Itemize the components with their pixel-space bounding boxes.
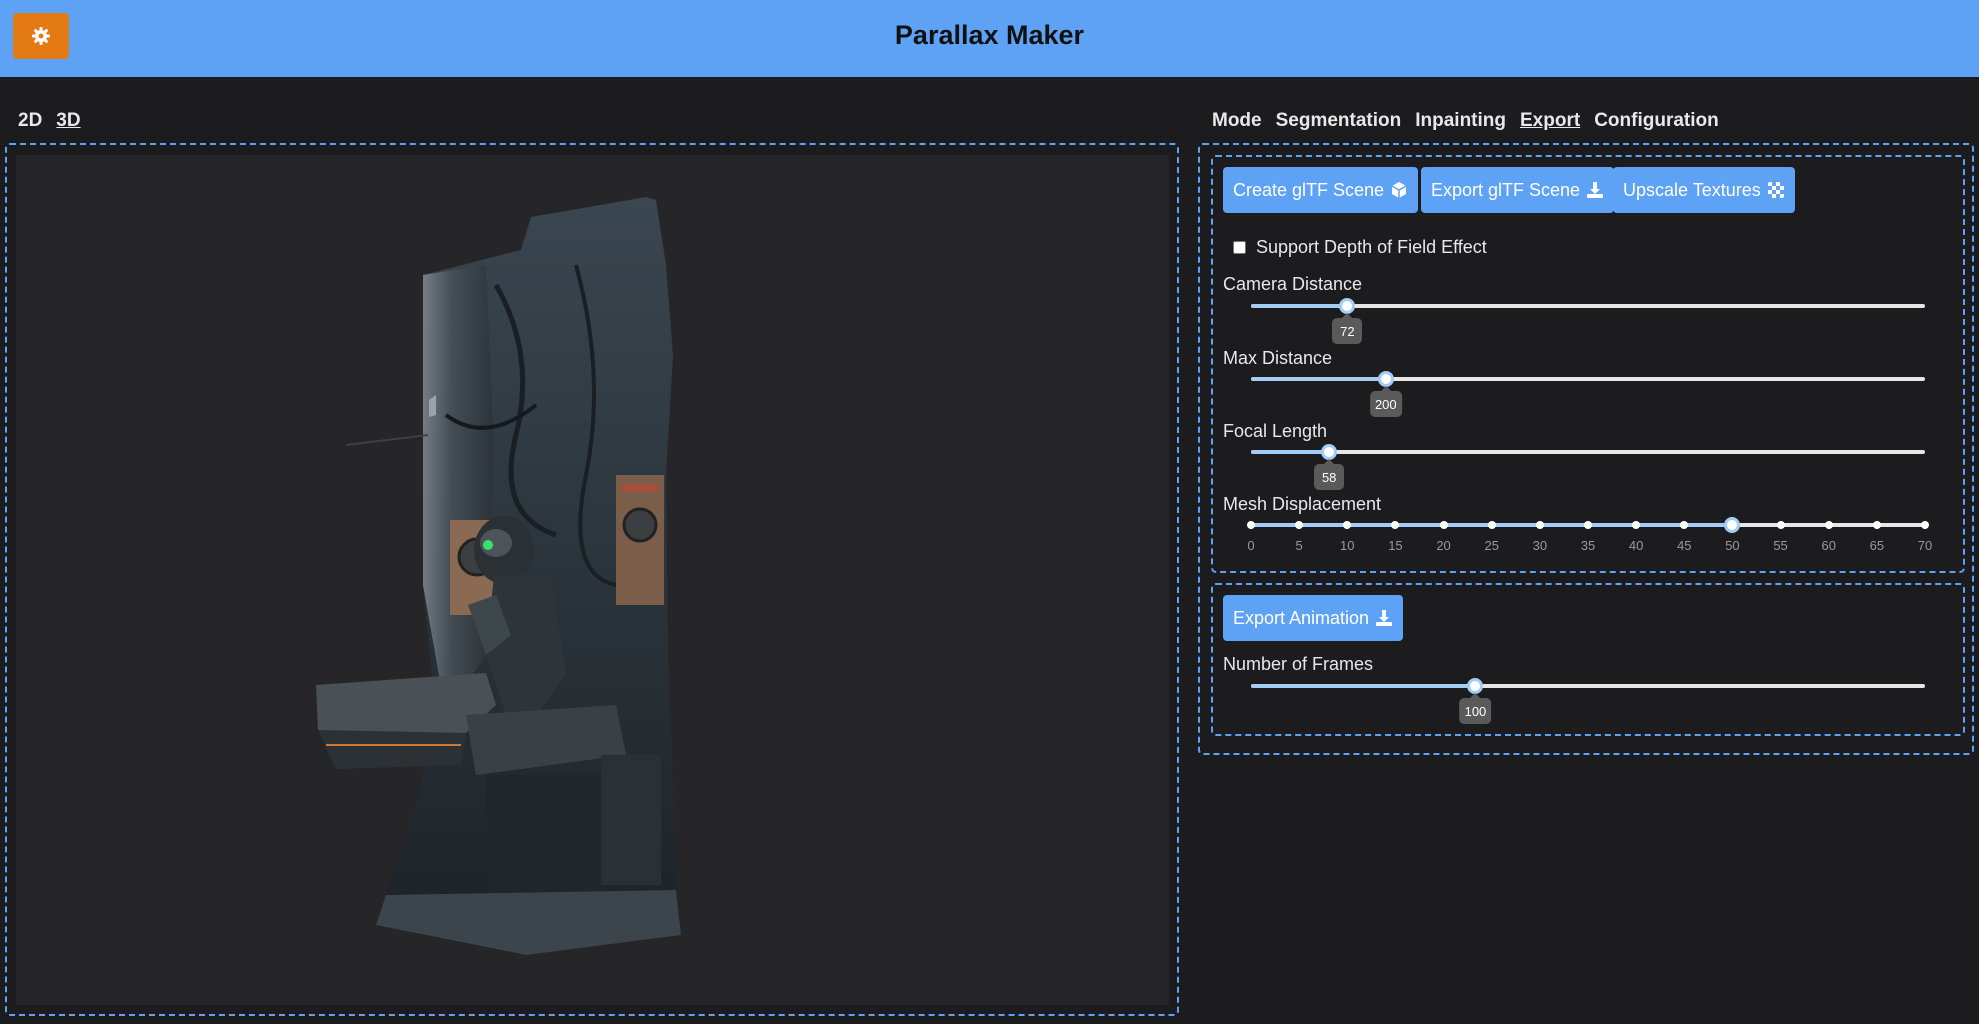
slider-tick-mark xyxy=(1535,521,1544,529)
viewer-frame xyxy=(5,143,1179,1016)
number-of-frames-label: Number of Frames xyxy=(1223,654,1374,674)
export-panel: Create glTF Scene Export glTF Scene Upsc… xyxy=(1198,143,1974,755)
slider-tick-mark xyxy=(1343,521,1352,529)
slider-fill xyxy=(1251,377,1386,381)
export-gltf-button[interactable]: Export glTF Scene xyxy=(1421,167,1615,213)
tab-2d[interactable]: 2D xyxy=(18,110,42,132)
slider-tick-mark xyxy=(1680,521,1689,529)
slider-tick-label: 15 xyxy=(1388,538,1403,553)
tab-configuration[interactable]: Configuration xyxy=(1594,110,1719,132)
animation-export-section: Export Animation Number of Frames 100 xyxy=(1211,583,1965,736)
tab-inpainting[interactable]: Inpainting xyxy=(1415,110,1506,132)
slider-tick-label: 70 xyxy=(1917,538,1933,553)
mesh-displacement-label: Mesh Displacement xyxy=(1223,494,1382,514)
slider-value-bubble: 100 xyxy=(1459,693,1492,724)
slider-tick-label: 20 xyxy=(1436,538,1451,553)
slider-tick-label: 35 xyxy=(1580,538,1596,553)
scene-render-image xyxy=(316,197,681,955)
slider-fill xyxy=(1251,304,1348,308)
tab-export[interactable]: Export xyxy=(1520,110,1580,132)
max-distance-slider[interactable]: 200 xyxy=(1251,371,1925,417)
mesh-displacement-slider[interactable]: 0 5 10 15 20 25 30 35 40 45 50 55 60 65 70 xyxy=(1247,517,1932,553)
slider-tick-mark xyxy=(1824,521,1833,529)
focal-length-label: Focal Length xyxy=(1223,421,1328,441)
download-icon xyxy=(1587,182,1604,198)
tab-segmentation[interactable]: Segmentation xyxy=(1276,110,1402,132)
slider-thumb[interactable] xyxy=(1339,298,1356,314)
upscale-textures-button[interactable]: Upscale Textures xyxy=(1613,167,1795,213)
upscale-textures-label: Upscale Textures xyxy=(1623,179,1761,200)
app-header: Parallax Maker xyxy=(0,0,1979,77)
slider-tick-label: 40 xyxy=(1628,538,1644,553)
view-tabs: 2D 3D xyxy=(18,110,81,132)
slider-tick-mark xyxy=(1391,521,1400,529)
slider-tick-mark xyxy=(1872,521,1881,529)
slider-thumb[interactable] xyxy=(1467,678,1484,694)
slider-tick-label: 5 xyxy=(1295,538,1303,553)
slider-tick-label: 45 xyxy=(1677,538,1692,553)
slider-tick-mark xyxy=(1776,521,1785,529)
slider-tick-label: 25 xyxy=(1484,538,1499,553)
create-gltf-button[interactable]: Create glTF Scene xyxy=(1223,167,1419,213)
slider-tick-mark xyxy=(1247,521,1255,529)
slider-tick-mark xyxy=(1295,521,1304,529)
camera-distance-slider[interactable]: 72 xyxy=(1251,298,1925,344)
dof-checkbox-label: Support Depth of Field Effect xyxy=(1256,237,1487,257)
slider-fill xyxy=(1251,684,1476,688)
export-animation-label: Export Animation xyxy=(1233,607,1370,628)
number-of-frames-slider[interactable]: 100 xyxy=(1251,678,1925,724)
slider-tick-label: 65 xyxy=(1869,538,1885,553)
cube-icon xyxy=(1391,182,1407,198)
gltf-export-section: Create glTF Scene Export glTF Scene Upsc… xyxy=(1211,155,1965,573)
export-animation-button[interactable]: Export Animation xyxy=(1223,595,1404,641)
dof-checkbox[interactable] xyxy=(1233,241,1246,254)
slider-tick-label: 0 xyxy=(1247,538,1255,553)
create-gltf-label: Create glTF Scene xyxy=(1233,179,1385,200)
checkerboard-icon xyxy=(1767,182,1784,198)
slider-thumb[interactable] xyxy=(1321,444,1338,460)
max-distance-label: Max Distance xyxy=(1223,348,1333,368)
tab-3d[interactable]: 3D xyxy=(56,110,80,132)
slider-fill xyxy=(1251,450,1330,454)
slider-tick-mark xyxy=(1439,521,1448,529)
app-title: Parallax Maker xyxy=(894,20,1085,50)
export-gltf-label: Export glTF Scene xyxy=(1431,179,1581,200)
dof-checkbox-row: Support Depth of Field Effect xyxy=(1233,237,1487,258)
slider-tick-label: 50 xyxy=(1725,538,1740,553)
slider-thumb[interactable] xyxy=(1377,371,1394,387)
3d-viewer-canvas[interactable] xyxy=(16,155,1169,1005)
tab-mode[interactable]: Mode xyxy=(1212,110,1262,132)
slider-thumb[interactable] xyxy=(1724,517,1741,533)
slider-value-bubble: 72 xyxy=(1332,313,1363,344)
download-icon xyxy=(1376,610,1393,626)
slider-value-bubble: 200 xyxy=(1369,386,1402,417)
focal-length-slider[interactable]: 58 xyxy=(1251,444,1925,490)
main-tabs: Mode Segmentation Inpainting Export Conf… xyxy=(1212,110,1719,132)
slider-tick-mark xyxy=(1921,521,1929,529)
slider-value-bubble: 58 xyxy=(1314,459,1345,490)
slider-tick-label: 60 xyxy=(1821,538,1836,553)
slider-tick-mark xyxy=(1632,521,1641,529)
slider-tick-label: 30 xyxy=(1532,538,1548,553)
camera-distance-label: Camera Distance xyxy=(1223,274,1363,294)
slider-tick-mark xyxy=(1584,521,1592,529)
slider-tick-mark xyxy=(1487,521,1496,529)
slider-tick-label: 10 xyxy=(1340,538,1355,553)
slider-tick-label: 55 xyxy=(1773,538,1788,553)
